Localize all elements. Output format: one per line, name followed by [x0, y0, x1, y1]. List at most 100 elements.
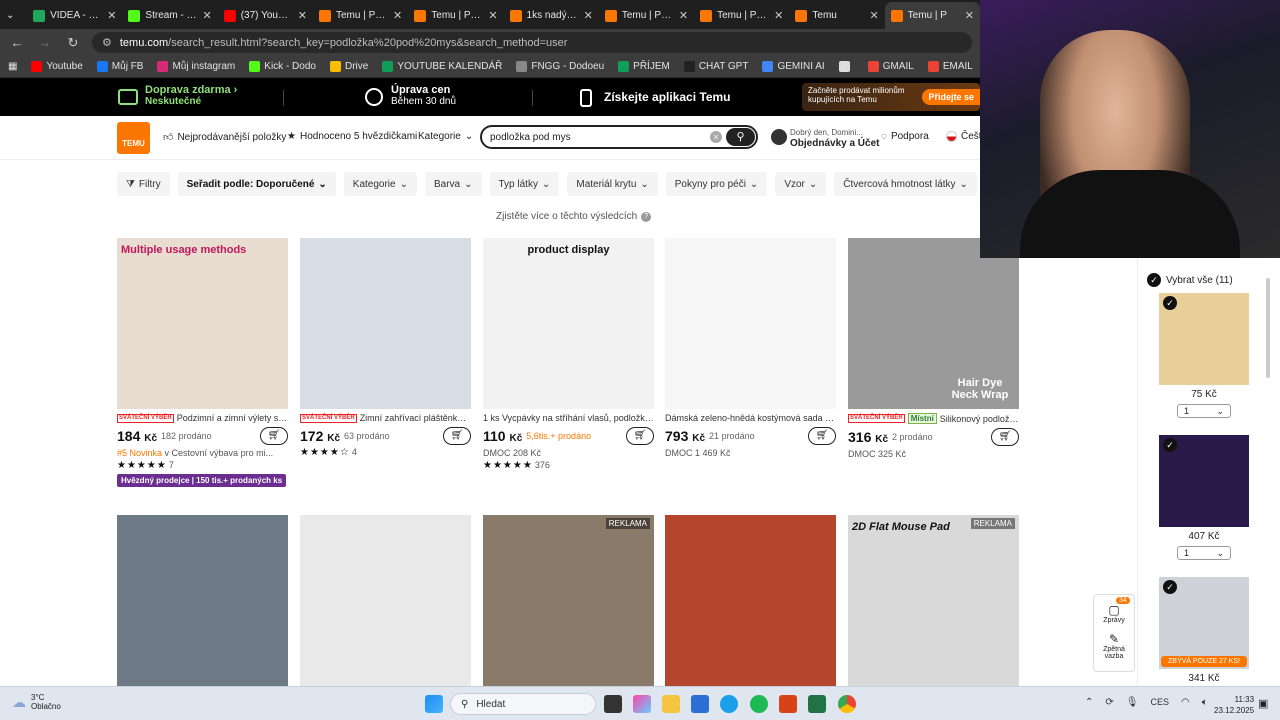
product-image[interactable] — [300, 515, 471, 686]
browser-tab[interactable]: VIDEA - DODO ✕ — [27, 2, 122, 29]
cart-item[interactable]: ✓ 407 Kč 1 ⌄ — [1159, 435, 1249, 560]
check-icon[interactable]: ✓ — [1163, 580, 1177, 594]
site-settings-icon[interactable]: ⚙ — [102, 36, 112, 49]
product-image[interactable] — [300, 238, 471, 409]
close-icon[interactable]: ✕ — [202, 9, 211, 22]
product-title[interactable]: SVÁTEČNÍ VÝBĚR Podzimní a zimní výlety s … — [117, 413, 288, 423]
seller-join-button[interactable]: Přidejte se — [922, 89, 980, 105]
obs-icon[interactable] — [779, 695, 797, 713]
cart-item-image[interactable]: ✓ — [1159, 435, 1249, 527]
close-icon[interactable]: ✕ — [869, 9, 878, 22]
address-bar[interactable]: ⚙ temu.com/search_result.html?search_key… — [92, 32, 972, 53]
taskbar-search[interactable]: ⚲ Hledat — [450, 693, 596, 715]
language-indicator[interactable]: CES — [1150, 697, 1169, 708]
nav-categories[interactable]: Kategorie ⌄ — [418, 131, 473, 142]
product-image[interactable]: Multiple usage methods — [117, 238, 288, 409]
excel-icon[interactable] — [808, 695, 826, 713]
clock[interactable]: 11:33 23.12.2025 — [1214, 694, 1254, 716]
browser-tab[interactable]: Temu | Prozkou ✕ — [599, 2, 694, 29]
product-title[interactable]: 1 ks Vycpávky na stříhání vlasů, podložk… — [483, 413, 654, 423]
bookmark-item[interactable]: GMAIL — [867, 61, 914, 72]
bookmark-item[interactable]: YOUTUBE KALENDÁŘ — [382, 61, 502, 72]
product-image[interactable]: REKLAMA — [483, 515, 654, 686]
product-title[interactable]: Dámská zeleno-hnědá kostýmová sada s k..… — [665, 413, 836, 423]
forward-arrow-icon[interactable]: → — [36, 35, 54, 50]
browser-tab[interactable]: Temu | P ✕ — [884, 2, 980, 29]
results-info[interactable]: Zjistěte více o těchto výsledcích? — [496, 211, 652, 222]
browser-tab[interactable]: Stream - Kick D ✕ — [122, 2, 217, 29]
bookmark-item[interactable]: Drive — [329, 61, 368, 72]
bookmark-item[interactable]: EMAIL — [927, 61, 973, 72]
edge-icon[interactable] — [720, 695, 738, 713]
apps-grid-icon[interactable]: ▦ — [8, 61, 17, 72]
product-card[interactable]: product display 1 ks Vycpávky na stříhání… — [483, 238, 654, 471]
bookmark-item[interactable]: Můj FB — [96, 61, 143, 72]
product-card[interactable]: Multiple usage methods SVÁTEČNÍ VÝBĚR Podz… — [117, 238, 288, 487]
product-image[interactable] — [117, 515, 288, 686]
product-card[interactable]: Dámská zeleno-hnědá kostýmová sada s k..… — [665, 238, 836, 458]
close-icon[interactable]: ✕ — [774, 9, 783, 22]
filter-chip[interactable]: Barva ⌄ — [424, 172, 482, 196]
chevron-up-icon[interactable]: ⌃ — [1085, 697, 1093, 708]
reload-icon[interactable]: ↻ — [64, 35, 82, 51]
nav-five-stars[interactable]: ★ Hodnoceno 5 hvězdičkami — [287, 131, 417, 142]
product-card[interactable]: REKLAMA — [483, 515, 654, 686]
get-app-link[interactable]: Získejte aplikaci Temu — [604, 90, 731, 104]
bookmark-item[interactable]: Můj instagram — [157, 61, 235, 72]
support-link[interactable]: ◌ Podpora — [881, 131, 929, 142]
product-image[interactable] — [665, 238, 836, 409]
product-image[interactable]: Hair Dye Neck Wrap — [848, 238, 1019, 409]
product-image[interactable]: 2D Flat Mouse Pad REKLAMA — [848, 515, 1019, 686]
quantity-select[interactable]: 1 ⌄ — [1177, 404, 1231, 418]
bookmark-item[interactable] — [838, 61, 854, 72]
filter-chip[interactable]: Pokyny pro péči ⌄ — [665, 172, 768, 196]
copilot-icon[interactable] — [633, 695, 651, 713]
product-card[interactable]: Hair Dye Neck Wrap SVÁTEČNÍ VÝBĚR Místní Si… — [848, 238, 1019, 459]
product-card[interactable] — [665, 515, 836, 686]
temu-logo[interactable]: TEMU — [117, 122, 150, 154]
store-icon[interactable] — [691, 695, 709, 713]
filter-chip[interactable]: Seřadit podle: Doporučené ⌄ — [177, 172, 336, 196]
cart-item-image[interactable]: ✓ ZBÝVÁ POUZE 27 KS! — [1159, 577, 1249, 669]
bookmark-item[interactable]: GEMINI AI — [762, 61, 825, 72]
close-icon[interactable]: ✕ — [584, 9, 593, 22]
product-title[interactable]: SVÁTEČNÍ VÝBĚR Zimní zahřívací pláštěnka … — [300, 413, 471, 423]
sync-icon[interactable]: ⟳ — [1105, 697, 1113, 708]
messages-button[interactable]: ▢ 34 Zprávy — [1094, 597, 1134, 624]
bookmark-item[interactable]: Youtube — [31, 61, 83, 72]
add-to-cart-button[interactable]: 🛒︎ — [443, 427, 471, 445]
check-icon[interactable]: ✓ — [1163, 438, 1177, 452]
filter-chip[interactable]: Typ látky ⌄ — [489, 172, 560, 196]
chrome-icon[interactable] — [838, 695, 856, 713]
mic-icon[interactable]: 🎙︎ — [1126, 697, 1139, 708]
close-icon[interactable]: ✕ — [298, 9, 307, 22]
filter-chip[interactable]: Vzor ⌄ — [775, 172, 827, 196]
bookmark-item[interactable]: PŘÍJEM — [618, 61, 670, 72]
browser-tab[interactable]: (37) YouTube ✕ — [218, 2, 313, 29]
browser-tab[interactable]: Temu | Prozkou ✕ — [408, 2, 503, 29]
browser-tab[interactable]: 1ks nadýchaná ✕ — [504, 2, 599, 29]
check-icon[interactable]: ✓ — [1163, 296, 1177, 310]
seller-banner[interactable]: Začněte prodávat milionům kupujících na … — [802, 83, 980, 111]
close-icon[interactable]: ✕ — [679, 9, 688, 22]
scrollbar[interactable] — [1266, 278, 1270, 378]
back-arrow-icon[interactable]: ← — [8, 35, 26, 50]
search-input[interactable]: podložka pod mys — [490, 132, 571, 143]
product-card[interactable] — [300, 515, 471, 686]
notification-icon[interactable]: ▣ — [1258, 697, 1268, 710]
search-button[interactable]: ⚲ — [726, 128, 755, 146]
weather-widget[interactable]: ☁ 3°C Oblačno — [12, 693, 61, 711]
wifi-icon[interactable]: ◠ — [1181, 697, 1190, 708]
add-to-cart-button[interactable]: 🛒︎ — [260, 427, 288, 445]
quantity-select[interactable]: 1 ⌄ — [1177, 546, 1231, 560]
account-menu[interactable]: Dobrý den, Domini... Objednávky a Účet — [790, 127, 879, 149]
nav-bestsellers[interactable]: 👍︎ Nejprodávanější položky — [163, 131, 286, 144]
close-icon[interactable]: ✕ — [965, 9, 974, 22]
close-icon[interactable]: ✕ — [107, 9, 116, 22]
add-to-cart-button[interactable]: 🛒︎ — [991, 428, 1019, 446]
tab-menu[interactable]: ⌄ — [0, 2, 27, 29]
product-title[interactable]: SVÁTEČNÍ VÝBĚR Místní Silikonový podložka … — [848, 413, 1019, 424]
windows-start-icon[interactable] — [425, 695, 443, 713]
filter-chip[interactable]: Čtvercová hmotnost látky ⌄ — [834, 172, 977, 196]
bookmark-item[interactable]: Kick - Dodo — [249, 61, 316, 72]
